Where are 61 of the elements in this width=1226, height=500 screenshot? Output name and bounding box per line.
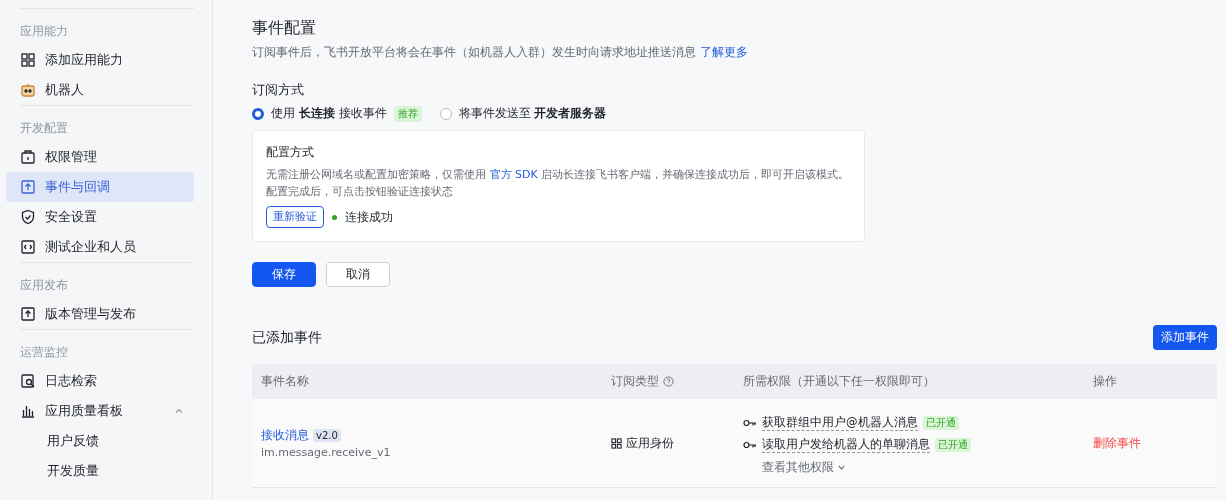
section-heading: 应用能力 [19, 23, 69, 40]
delete-event-link[interactable]: 删除事件 [1093, 435, 1208, 451]
radio-button[interactable] [439, 107, 452, 120]
radio-button[interactable] [252, 107, 264, 120]
field-label: 订阅方式 [252, 81, 305, 99]
section-heading: 运营监控 [19, 344, 69, 361]
key-icon [743, 440, 757, 449]
briefcase-icon [20, 149, 36, 165]
header-text: 订阅类型 [611, 373, 659, 390]
sdk-link[interactable]: 官方 SDK [489, 168, 538, 181]
section-heading: 开发配置 [19, 120, 69, 137]
header-text: 所需权限（开通以下任一权限即可） [743, 373, 935, 390]
card-text: 无需注册公网域名或配置加密策略，仅需使用 官方 SDK 启动长连接飞书客户端，并确保连接成功后，即可开启该模式。 [266, 167, 851, 183]
learn-more-link[interactable]: 了解更多 [699, 45, 748, 59]
sidebar-item[interactable]: 用户反馈 [6, 426, 194, 456]
section-heading: 应用发布 [19, 277, 69, 294]
event-code: im.message.receive_v1 [261, 445, 392, 459]
shield-check-icon [20, 209, 36, 225]
header-text: 操作 [1093, 373, 1117, 390]
recommended-badge: 推荐 [393, 105, 422, 122]
document-search-icon [20, 373, 36, 389]
sidebar-item[interactable]: 机器人 [6, 75, 194, 105]
permission-name: 读取用户发给机器人的单聊消息 [762, 436, 930, 453]
sidebar-item[interactable]: 安全设置 [6, 202, 194, 232]
verify-button[interactable]: 重新验证 [266, 206, 324, 228]
more-permissions-link[interactable]: 查看其他权限 [762, 459, 1075, 475]
grid-icon [611, 437, 622, 449]
code-box-icon [20, 239, 36, 255]
page-title: 事件配置 [252, 18, 317, 39]
add-event-button[interactable]: 添加事件 [1153, 325, 1217, 350]
permission-name: 获取群组中用户@机器人消息 [762, 414, 918, 431]
sidebar-item[interactable]: 开发质量 [6, 456, 194, 486]
card-title: 配置方式 [266, 145, 315, 160]
grid-icon [20, 52, 36, 68]
radio-option[interactable]: 使用 长连接 接收事件 推荐 [252, 105, 422, 122]
enabled-badge: 已开通 [935, 437, 971, 452]
bar-chart-icon [20, 403, 36, 419]
subscription-type: 应用身份 [626, 435, 674, 451]
robot-icon [20, 82, 36, 98]
status-text: 连接成功 [345, 208, 393, 226]
sidebar-item[interactable]: 应用质量看板 [6, 396, 194, 426]
upload-box-icon [20, 179, 36, 195]
sidebar-item[interactable]: 添加应用能力 [6, 45, 194, 75]
sidebar-item[interactable]: 测试企业和人员 [6, 232, 194, 262]
description-text: 订阅事件后，飞书开放平台将会在事件（如机器人入群）发生时向请求地址推送消息 了解更多 [252, 45, 749, 60]
radio-label: 使用 长连接 接收事件 [271, 105, 387, 122]
section-title: 已添加事件 [252, 328, 322, 347]
key-icon [743, 418, 757, 427]
sidebar-item[interactable]: 权限管理 [6, 142, 194, 172]
header-text: 事件名称 [261, 373, 309, 390]
upload-box-icon [20, 306, 36, 322]
save-button[interactable]: 保存 [252, 262, 316, 287]
event-link[interactable]: 接收消息 [261, 427, 309, 443]
sidebar-item[interactable]: 事件与回调 [6, 172, 194, 202]
help-icon [663, 376, 674, 387]
cancel-button[interactable]: 取消 [326, 262, 390, 287]
enabled-badge: 已开通 [922, 415, 959, 430]
version-badge: v2.0 [313, 428, 341, 442]
sidebar-item[interactable]: 日志检索 [6, 366, 194, 396]
card-text: 配置完成后，可点击按钮验证连接状态 [266, 184, 454, 200]
sidebar-item[interactable]: 版本管理与发布 [6, 299, 194, 329]
